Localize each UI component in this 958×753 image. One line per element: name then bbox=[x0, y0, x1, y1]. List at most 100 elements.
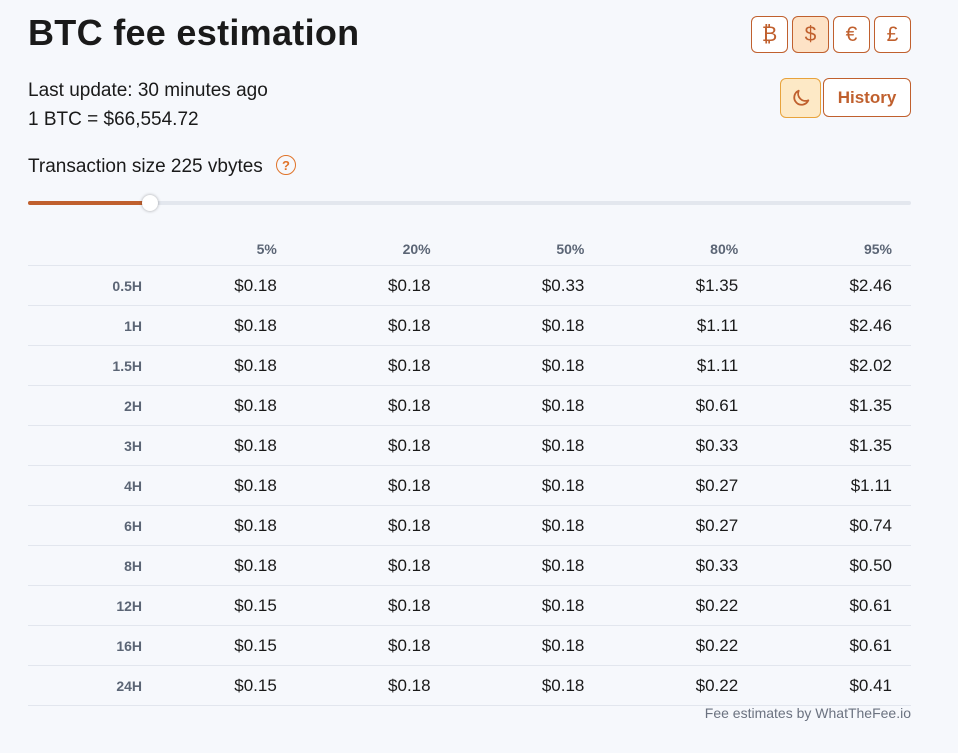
fee-cell: $2.46 bbox=[757, 305, 911, 346]
fee-cell: $0.18 bbox=[295, 425, 450, 466]
fee-cell: $0.18 bbox=[295, 665, 450, 706]
column-header: 5% bbox=[256, 240, 277, 257]
row-label: 6H bbox=[28, 505, 142, 546]
fee-cell: $0.15 bbox=[142, 585, 296, 626]
fee-cell: $0.18 bbox=[449, 385, 604, 426]
currency-btc-button[interactable]: ₿ bbox=[751, 16, 788, 53]
history-button[interactable]: History bbox=[823, 78, 911, 117]
row-label: 1H bbox=[28, 305, 142, 346]
fee-cell: $0.18 bbox=[295, 625, 450, 666]
transaction-size-slider[interactable] bbox=[28, 195, 911, 211]
currency-eur-button[interactable]: € bbox=[833, 16, 870, 53]
row-label: 3H bbox=[28, 425, 142, 466]
table-header-row: 5% 20% 50% 80% 95% bbox=[28, 232, 911, 266]
table-row: 16H $0.15 $0.18 $0.18 $0.22 $0.61 bbox=[28, 625, 911, 666]
fee-cell: $0.27 bbox=[603, 505, 758, 546]
fee-cell: $0.18 bbox=[142, 345, 296, 386]
fee-table: 5% 20% 50% 80% 95% 0.5H $0.18 $0.18 $0.33 $1… bbox=[28, 232, 911, 706]
moon-icon bbox=[792, 89, 809, 106]
fee-cell: $1.11 bbox=[603, 305, 758, 346]
row-label: 8H bbox=[28, 545, 142, 586]
fee-cell: $0.61 bbox=[603, 385, 758, 426]
currency-usd-button[interactable]: $ bbox=[792, 16, 829, 53]
column-header: 80% bbox=[710, 240, 739, 257]
fee-cell: $0.33 bbox=[449, 265, 604, 306]
fee-cell: $0.18 bbox=[449, 545, 604, 586]
currency-gbp-button[interactable]: £ bbox=[874, 16, 911, 53]
column-header: 20% bbox=[402, 240, 431, 257]
fee-cell: $0.50 bbox=[757, 545, 911, 586]
fee-cell: $0.18 bbox=[295, 465, 450, 506]
fee-cell: $0.18 bbox=[142, 465, 296, 506]
last-update-text: Last update: 30 minutes ago bbox=[28, 80, 268, 101]
fee-cell: $0.18 bbox=[449, 505, 604, 546]
table-row: 8H $0.18 $0.18 $0.18 $0.33 $0.50 bbox=[28, 545, 911, 586]
fee-cell: $0.18 bbox=[142, 265, 296, 306]
transaction-size-label: Transaction size 225 vbytes bbox=[28, 156, 263, 177]
fee-cell: $0.33 bbox=[603, 425, 758, 466]
fee-cell: $0.15 bbox=[142, 665, 296, 706]
fee-cell: $0.18 bbox=[142, 425, 296, 466]
fee-cell: $0.18 bbox=[295, 505, 450, 546]
fee-cell: $0.18 bbox=[449, 425, 604, 466]
row-label: 12H bbox=[28, 585, 142, 626]
fee-cell: $0.18 bbox=[449, 585, 604, 626]
fee-cell: $0.18 bbox=[142, 505, 296, 546]
row-label: 1.5H bbox=[28, 345, 142, 386]
help-icon[interactable]: ? bbox=[276, 155, 296, 175]
currency-selector: ₿ $ € £ bbox=[751, 16, 911, 53]
table-row: 12H $0.15 $0.18 $0.18 $0.22 $0.61 bbox=[28, 585, 911, 626]
column-header-blank bbox=[28, 232, 142, 266]
row-label: 2H bbox=[28, 385, 142, 426]
fee-cell: $1.35 bbox=[757, 425, 911, 466]
fee-cell: $0.18 bbox=[449, 465, 604, 506]
table-row: 0.5H $0.18 $0.18 $0.33 $1.35 $2.46 bbox=[28, 265, 911, 306]
table-row: 6H $0.18 $0.18 $0.18 $0.27 $0.74 bbox=[28, 505, 911, 546]
page-title: BTC fee estimation bbox=[28, 12, 360, 53]
footer-attribution: Fee estimates by WhatTheFee.io bbox=[704, 705, 911, 721]
slider-thumb[interactable] bbox=[141, 195, 158, 211]
fee-cell: $0.18 bbox=[449, 665, 604, 706]
table-row: 1.5H $0.18 $0.18 $0.18 $1.11 $2.02 bbox=[28, 345, 911, 386]
table-row: 24H $0.15 $0.18 $0.18 $0.22 $0.41 bbox=[28, 665, 911, 706]
fee-cell: $1.35 bbox=[757, 385, 911, 426]
fee-cell: $0.41 bbox=[757, 665, 911, 706]
slider-fill bbox=[28, 201, 150, 205]
fee-cell: $0.18 bbox=[295, 585, 450, 626]
fee-cell: $0.18 bbox=[295, 345, 450, 386]
fee-cell: $0.18 bbox=[295, 385, 450, 426]
fee-cell: $0.18 bbox=[295, 545, 450, 586]
table-row: 2H $0.18 $0.18 $0.18 $0.61 $1.35 bbox=[28, 385, 911, 426]
fee-cell: $2.46 bbox=[757, 265, 911, 306]
row-label: 4H bbox=[28, 465, 142, 506]
fee-cell: $0.22 bbox=[603, 625, 758, 666]
row-label: 16H bbox=[28, 625, 142, 666]
exchange-rate-text: 1 BTC = $66,554.72 bbox=[28, 109, 199, 130]
fee-cell: $0.18 bbox=[295, 265, 450, 306]
column-header: 95% bbox=[863, 240, 892, 257]
fee-cell: $0.74 bbox=[757, 505, 911, 546]
column-header: 50% bbox=[556, 240, 585, 257]
fee-cell: $0.18 bbox=[142, 385, 296, 426]
fee-cell: $0.61 bbox=[757, 585, 911, 626]
fee-cell: $0.15 bbox=[142, 625, 296, 666]
fee-cell: $0.27 bbox=[603, 465, 758, 506]
fee-cell: $1.11 bbox=[757, 465, 911, 506]
fee-cell: $0.18 bbox=[449, 305, 604, 346]
fee-cell: $0.61 bbox=[757, 625, 911, 666]
fee-cell: $0.18 bbox=[142, 545, 296, 586]
table-row: 1H $0.18 $0.18 $0.18 $1.11 $2.46 bbox=[28, 305, 911, 346]
fee-cell: $1.35 bbox=[603, 265, 758, 306]
fee-cell: $0.22 bbox=[603, 585, 758, 626]
row-label: 24H bbox=[28, 665, 142, 706]
row-label: 0.5H bbox=[28, 265, 142, 306]
table-row: 4H $0.18 $0.18 $0.18 $0.27 $1.11 bbox=[28, 465, 911, 506]
table-row: 3H $0.18 $0.18 $0.18 $0.33 $1.35 bbox=[28, 425, 911, 466]
fee-cell: $0.18 bbox=[142, 305, 296, 346]
fee-cell: $0.22 bbox=[603, 665, 758, 706]
fee-cell: $2.02 bbox=[757, 345, 911, 386]
fee-cell: $0.18 bbox=[449, 625, 604, 666]
theme-toggle-button[interactable] bbox=[780, 78, 821, 118]
fee-cell: $0.18 bbox=[295, 305, 450, 346]
fee-cell: $0.33 bbox=[603, 545, 758, 586]
